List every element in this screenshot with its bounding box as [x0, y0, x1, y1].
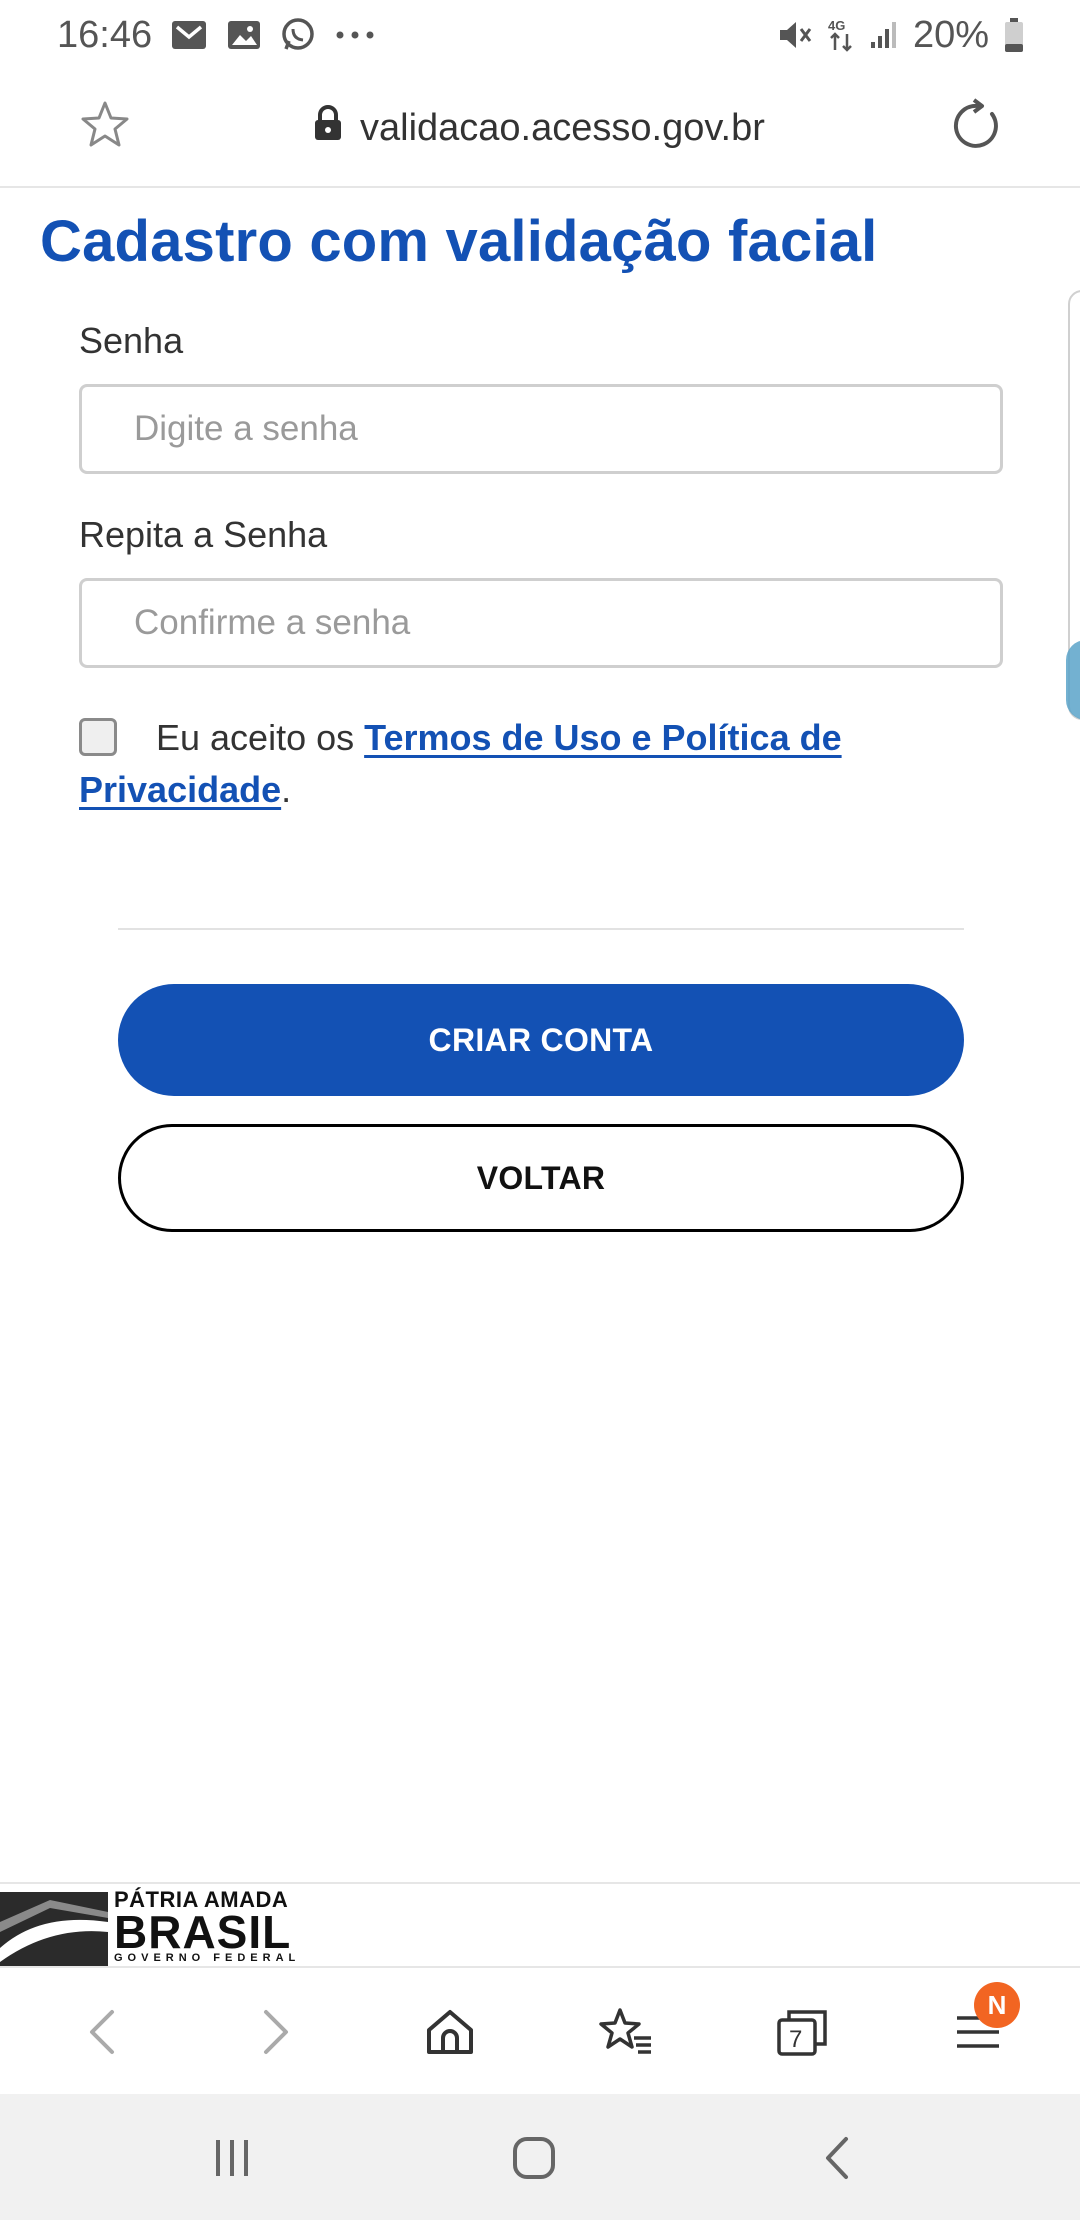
gmail-icon	[170, 18, 208, 52]
password-label: Senha	[79, 320, 184, 361]
terms-checkbox[interactable]	[79, 718, 117, 756]
svg-text:4G: 4G	[828, 18, 845, 33]
terms-prefix: Eu aceito os	[156, 717, 365, 758]
back-button[interactable]: VOLTAR	[118, 1124, 964, 1232]
status-bar: 16:46 4G 20%	[0, 0, 1080, 70]
terms-text-line2: Privacidade.	[79, 764, 291, 816]
edge-panel-indicator	[1066, 640, 1080, 720]
page-title: Cadastro com validação facial	[40, 209, 878, 274]
page-content: Cadastro com validação facial Senha Repi…	[0, 190, 1080, 1880]
battery-percent: 20%	[912, 13, 989, 56]
create-account-button[interactable]: CRIAR CONTA	[118, 984, 964, 1096]
battery-icon	[1003, 17, 1025, 53]
gov-brasil-logo	[0, 1892, 108, 1966]
gov-text: PÁTRIA AMADA BRASIL GOVERNO FEDERAL	[114, 1888, 301, 1965]
gov-slogan-bottom: GOVERNO FEDERAL	[114, 1952, 301, 1964]
bookmark-star-icon[interactable]	[78, 98, 132, 152]
browser-bottom-bar: 7	[0, 1970, 1080, 2094]
home-icon[interactable]	[418, 2000, 482, 2064]
status-time: 16:46	[57, 13, 153, 56]
mute-icon	[777, 18, 813, 52]
bookmarks-icon[interactable]	[594, 2000, 658, 2064]
reload-icon[interactable]	[948, 98, 1004, 154]
divider	[118, 928, 964, 930]
system-nav-bar	[0, 2094, 1080, 2220]
url-text: validacao.acesso.gov.br	[360, 106, 765, 149]
back-arrow-icon[interactable]	[70, 2000, 134, 2064]
browser-toolbar: validacao.acesso.gov.br	[0, 70, 1080, 188]
tabs-icon[interactable]: 7	[770, 2000, 834, 2064]
privacy-link[interactable]: Privacidade	[79, 769, 281, 810]
signal-icon	[869, 20, 899, 50]
gallery-icon	[226, 18, 262, 52]
repeat-password-input[interactable]	[79, 578, 1003, 668]
more-notifications-icon	[334, 29, 376, 41]
repeat-password-label: Repita a Senha	[79, 514, 328, 555]
terms-text-line1: Eu aceito os Termos de Uso e Política de	[156, 712, 842, 764]
network-4g-icon: 4G	[827, 17, 855, 53]
gov-footer-banner: PÁTRIA AMADA BRASIL GOVERNO FEDERAL	[0, 1882, 1080, 1968]
gov-slogan-main: BRASIL	[114, 1906, 292, 1958]
terms-suffix: .	[281, 769, 292, 810]
address-bar[interactable]: validacao.acesso.gov.br	[312, 98, 765, 158]
tab-count: 7	[789, 2026, 802, 2053]
terms-link[interactable]: Termos de Uso e Política de	[364, 717, 841, 758]
menu-notification-badge: N	[974, 1982, 1020, 2028]
home-button-icon[interactable]	[502, 2126, 566, 2190]
system-back-icon[interactable]	[806, 2126, 870, 2190]
forward-arrow-icon[interactable]	[244, 2000, 308, 2064]
whatsapp-icon	[280, 17, 316, 53]
password-input[interactable]	[79, 384, 1003, 474]
recent-apps-icon[interactable]	[200, 2126, 264, 2190]
lock-icon	[312, 104, 344, 152]
